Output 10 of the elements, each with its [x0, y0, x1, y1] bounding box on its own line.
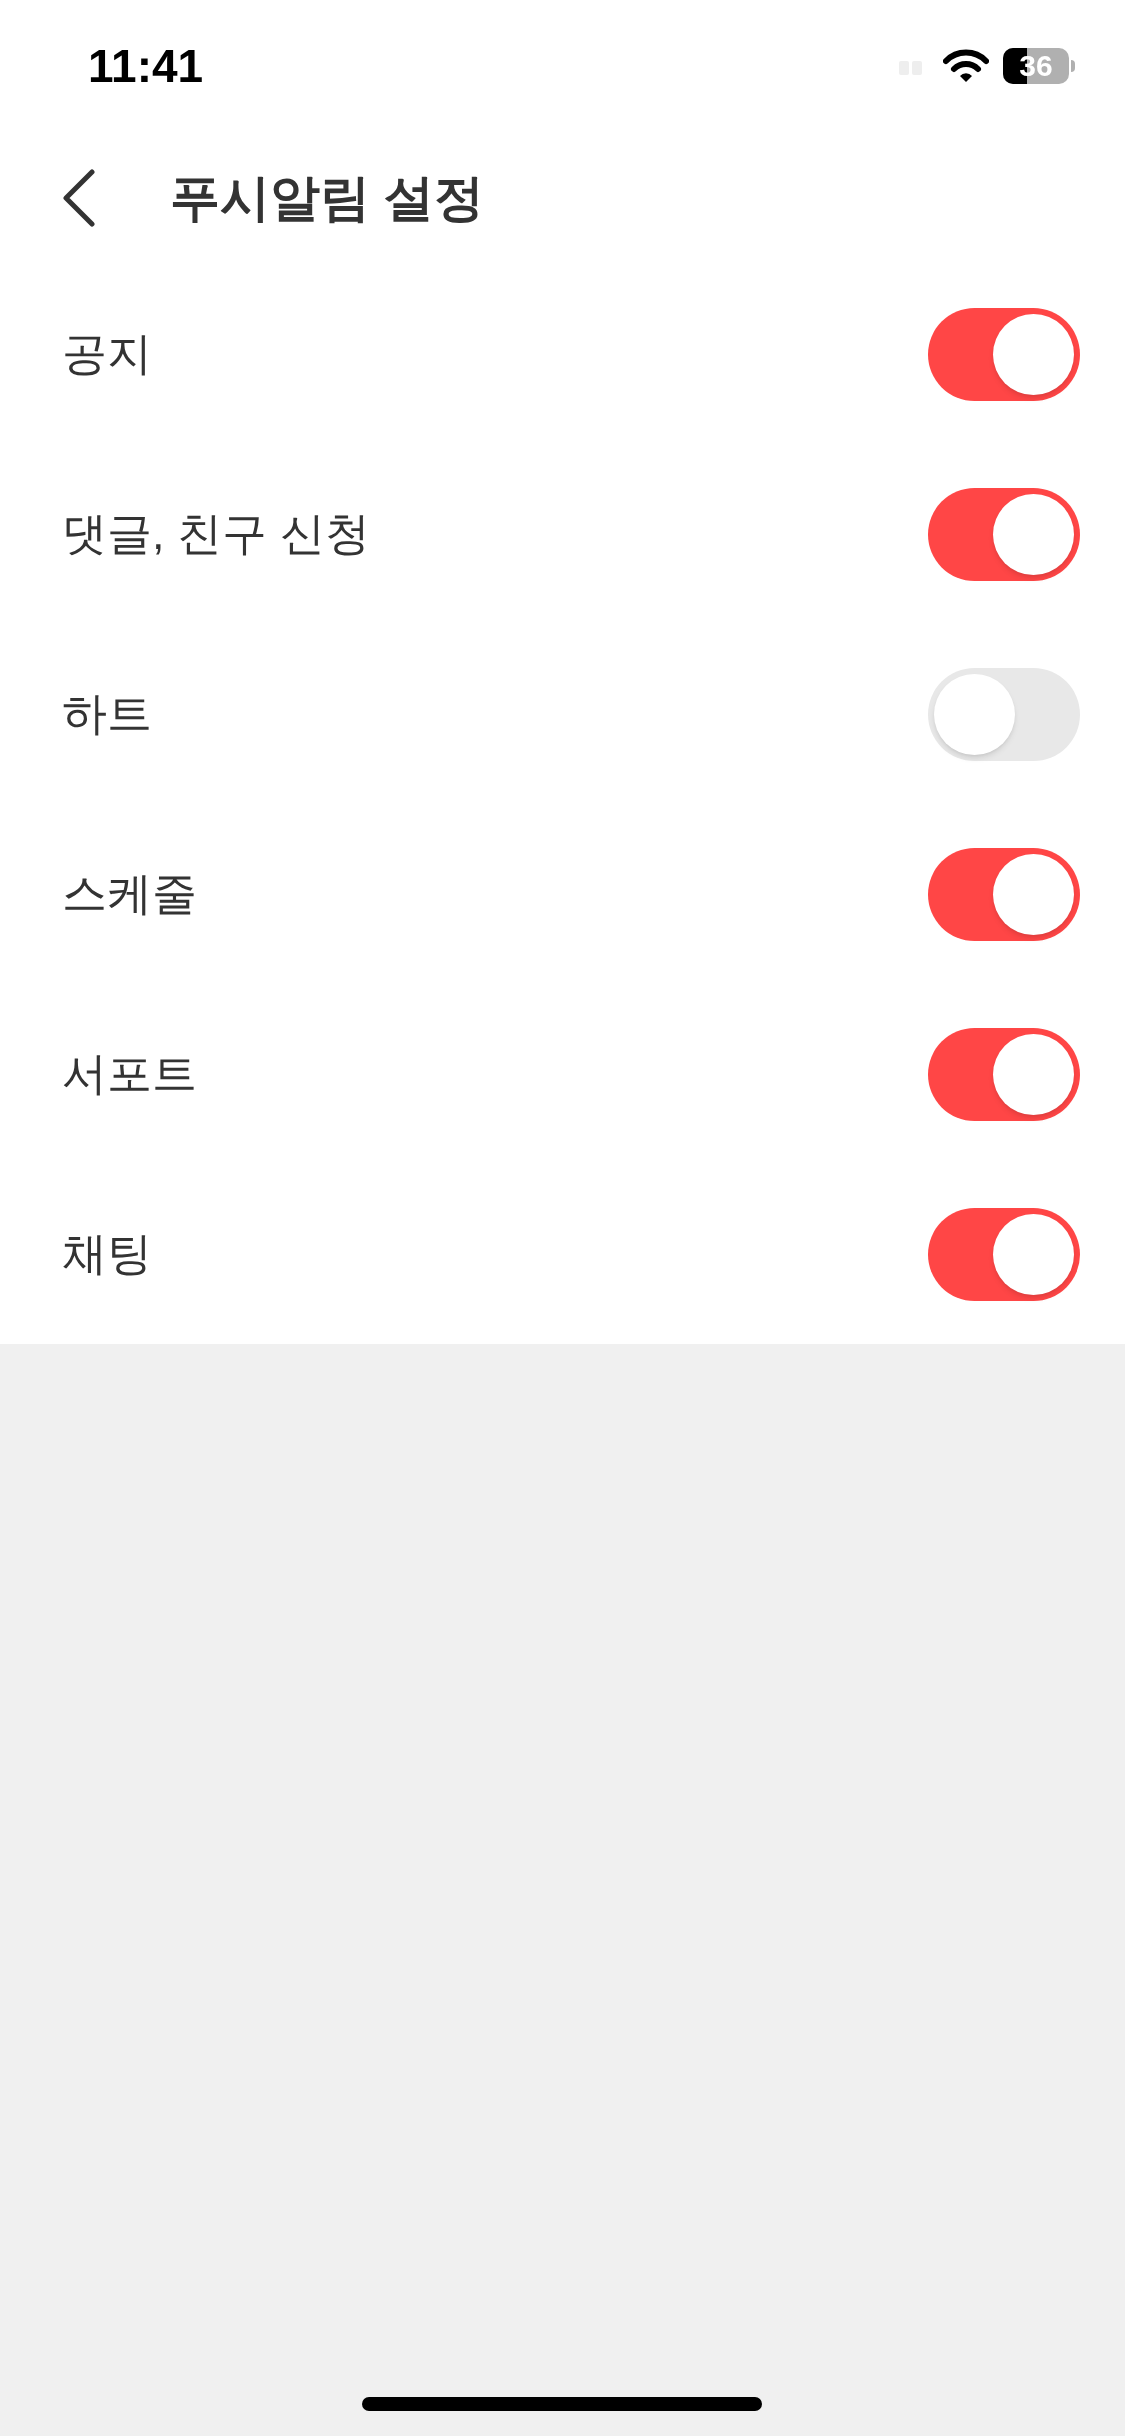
back-icon — [62, 169, 96, 227]
setting-label: 하트 — [62, 687, 152, 742]
setting-label: 스케줄 — [62, 867, 197, 922]
status-time: 11:41 — [88, 38, 204, 94]
page-title: 푸시알림 설정 — [170, 168, 484, 228]
setting-label: 채팅 — [62, 1227, 152, 1282]
wifi-icon — [943, 49, 989, 83]
setting-label: 공지 — [62, 327, 152, 382]
setting-label: 댓글, 친구 신청 — [62, 507, 370, 562]
setting-label: 서포트 — [62, 1047, 197, 1102]
